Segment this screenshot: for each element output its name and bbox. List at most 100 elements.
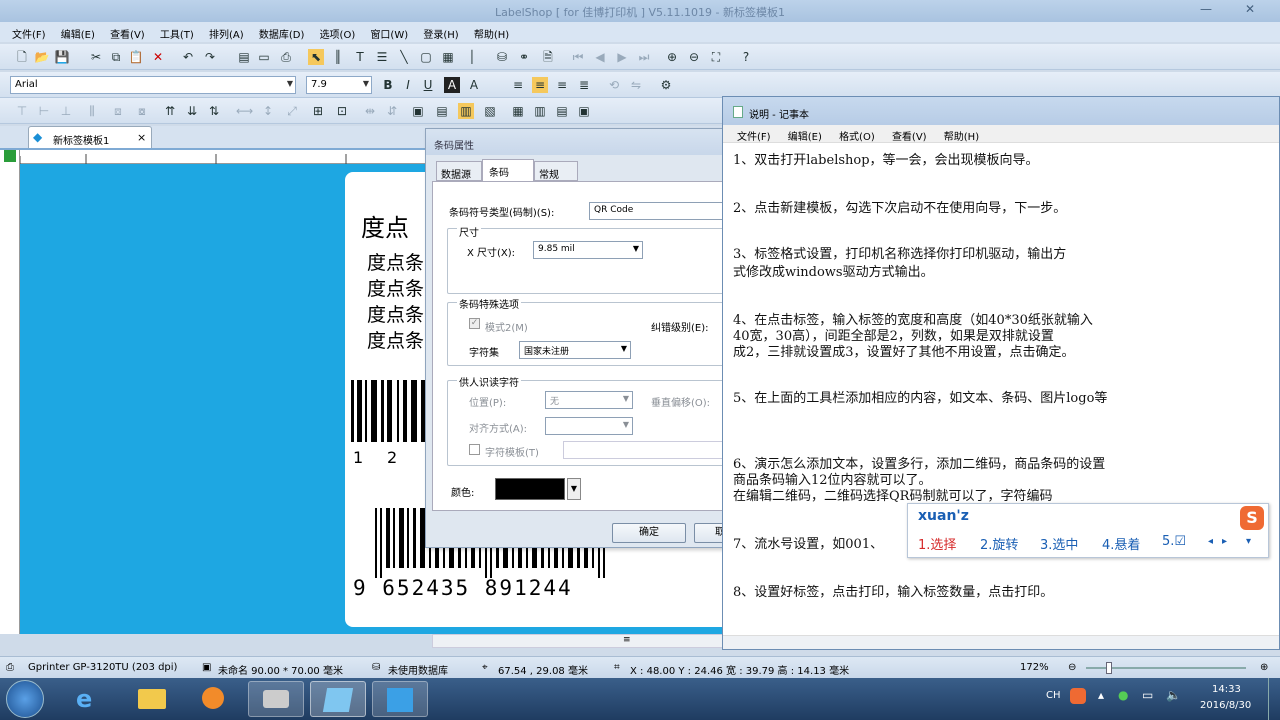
- clock-time[interactable]: 14:33: [1212, 684, 1241, 695]
- next-record-icon[interactable]: ▶: [614, 49, 630, 65]
- print-preview-icon[interactable]: ▤: [236, 49, 252, 65]
- arrange-icon[interactable]: ▧: [482, 103, 498, 119]
- ime-prev-page-icon[interactable]: ◂: [1208, 536, 1213, 547]
- volume-icon[interactable]: 🔈: [1166, 688, 1181, 702]
- menu-database[interactable]: 数据库(D): [259, 26, 305, 41]
- explorer-icon[interactable]: [124, 681, 180, 717]
- justify-icon[interactable]: ≣: [576, 77, 592, 93]
- menu-help[interactable]: 帮助(H): [474, 26, 509, 41]
- rotate-icon[interactable]: ⟲: [606, 77, 622, 93]
- notepad-menu-edit[interactable]: 编辑(E): [788, 128, 822, 143]
- canvas-horizontal-scrollbar[interactable]: ≡: [432, 634, 724, 648]
- paste-icon[interactable]: 📋: [128, 49, 144, 65]
- tab-general[interactable]: 常规: [534, 161, 578, 181]
- tray-expand-icon[interactable]: ▴: [1098, 688, 1104, 702]
- highlight-icon[interactable]: ▥: [458, 103, 474, 119]
- ime-candidate[interactable]: 2.旋转: [980, 534, 1018, 553]
- ime-next-page-icon[interactable]: ▸: [1222, 536, 1227, 547]
- print-icon[interactable]: ⎙: [278, 49, 294, 65]
- grid-icon[interactable]: ⊞: [310, 103, 326, 119]
- zoom-slider-thumb[interactable]: [1106, 662, 1112, 674]
- font-template-checkbox[interactable]: [469, 444, 480, 455]
- multiline-text-icon[interactable]: ☰: [374, 49, 390, 65]
- menu-arrange[interactable]: 排列(A): [209, 26, 244, 41]
- order-icon[interactable]: ⇅: [206, 103, 222, 119]
- notepad-taskbar-icon[interactable]: [372, 681, 428, 717]
- lock-icon[interactable]: ▤: [434, 103, 450, 119]
- barcode-tool-icon[interactable]: ║: [330, 49, 346, 65]
- notepad-horizontal-scrollbar[interactable]: [723, 635, 1279, 649]
- font-name-select[interactable]: Arial ▼: [10, 76, 296, 94]
- italic-icon[interactable]: I: [400, 77, 416, 93]
- snap-icon[interactable]: ⊡: [334, 103, 350, 119]
- inverse-icon[interactable]: A: [444, 77, 460, 93]
- align-select[interactable]: ▼: [545, 417, 633, 435]
- doc-icon[interactable]: 🗎: [540, 49, 556, 65]
- align-top-icon[interactable]: ⊤: [14, 103, 30, 119]
- ie-icon[interactable]: e: [62, 681, 118, 717]
- line-tool-icon[interactable]: ╲: [396, 49, 412, 65]
- delete-icon[interactable]: ✕: [150, 49, 166, 65]
- align-right-icon[interactable]: ≡: [554, 77, 570, 93]
- redo-icon[interactable]: ↷: [202, 49, 218, 65]
- size-icon[interactable]: ⤢: [284, 103, 300, 119]
- notepad-menu-file[interactable]: 文件(F): [737, 128, 771, 143]
- send-back-icon[interactable]: ⇊: [184, 103, 200, 119]
- barcode-128[interactable]: [351, 380, 431, 442]
- menu-login[interactable]: 登录(H): [423, 26, 458, 41]
- height-icon[interactable]: ↕: [260, 103, 276, 119]
- notepad-menu-view[interactable]: 查看(V): [892, 128, 927, 143]
- distribute-icon[interactable]: ⫼: [84, 103, 100, 119]
- ok-button[interactable]: 确定: [612, 523, 686, 543]
- columns-icon[interactable]: ▥: [532, 103, 548, 119]
- menu-file[interactable]: 文件(F): [12, 26, 46, 41]
- open-folder-icon[interactable]: 📂: [34, 49, 50, 65]
- rows-icon[interactable]: ▤: [554, 103, 570, 119]
- menu-options[interactable]: 选项(O): [320, 26, 356, 41]
- layer-icon[interactable]: ▣: [410, 103, 426, 119]
- align-bottom-icon[interactable]: ⊥: [58, 103, 74, 119]
- notepad-titlebar[interactable]: 说明 - 记事本: [723, 97, 1279, 125]
- new-file-icon[interactable]: 🗋: [14, 49, 30, 65]
- link-icon[interactable]: ⚭: [516, 49, 532, 65]
- copy-icon[interactable]: ⧉: [108, 49, 124, 65]
- mode-checkbox[interactable]: ✓: [469, 318, 480, 329]
- menu-view[interactable]: 查看(V): [110, 26, 145, 41]
- zoom-out-button-icon[interactable]: ⊖: [1068, 662, 1076, 673]
- font-color-icon[interactable]: A: [466, 77, 482, 93]
- tab-new-template[interactable]: ◆ 新标签模板1 ×: [28, 126, 152, 148]
- ime-candidate[interactable]: 5.☑: [1162, 534, 1186, 549]
- start-button-icon[interactable]: [6, 680, 44, 718]
- menu-edit[interactable]: 编辑(E): [61, 26, 95, 41]
- label-multiline-text[interactable]: 度点条 度点条 度点条 度点条: [367, 250, 424, 354]
- x-size-select[interactable]: 9.85 mil ▼: [533, 241, 643, 259]
- tab-datasource[interactable]: 数据源: [436, 161, 482, 181]
- network-icon[interactable]: ▭: [1142, 688, 1153, 702]
- mirror-icon[interactable]: ⇋: [628, 77, 644, 93]
- font-template-select[interactable]: [563, 441, 723, 459]
- shape-tool-icon[interactable]: ▢: [418, 49, 434, 65]
- save-icon[interactable]: 💾: [54, 49, 70, 65]
- frame-icon[interactable]: ▣: [576, 103, 592, 119]
- label-heading-text[interactable]: 度点: [361, 208, 409, 243]
- menu-window[interactable]: 窗口(W): [370, 26, 408, 41]
- page-setup-icon[interactable]: ▭: [256, 49, 272, 65]
- tab-barcode[interactable]: 条码: [482, 159, 534, 181]
- minimize-icon[interactable]: —: [1200, 2, 1212, 16]
- properties-icon[interactable]: ⚙: [658, 77, 674, 93]
- text-tool-icon[interactable]: T: [352, 49, 368, 65]
- notepad-menu-help[interactable]: 帮助(H): [944, 128, 979, 143]
- underline-icon[interactable]: U: [420, 77, 436, 93]
- input-language[interactable]: CH: [1046, 690, 1061, 701]
- dialog-titlebar[interactable]: 条码属性: [426, 129, 724, 155]
- zoom-in-button-icon[interactable]: ⊕: [1260, 662, 1268, 673]
- zoom-out-icon[interactable]: ⊖: [686, 49, 702, 65]
- table-icon[interactable]: ▦: [510, 103, 526, 119]
- cut-icon[interactable]: ✂: [88, 49, 104, 65]
- font-size-select[interactable]: 7.9 ▼: [306, 76, 372, 94]
- ime-candidate[interactable]: 1.选择: [918, 534, 956, 553]
- database-icon[interactable]: ⛁: [494, 49, 510, 65]
- first-record-icon[interactable]: ⏮: [570, 49, 586, 65]
- sogou-logo-icon[interactable]: S: [1240, 506, 1264, 530]
- bold-icon[interactable]: B: [380, 77, 396, 93]
